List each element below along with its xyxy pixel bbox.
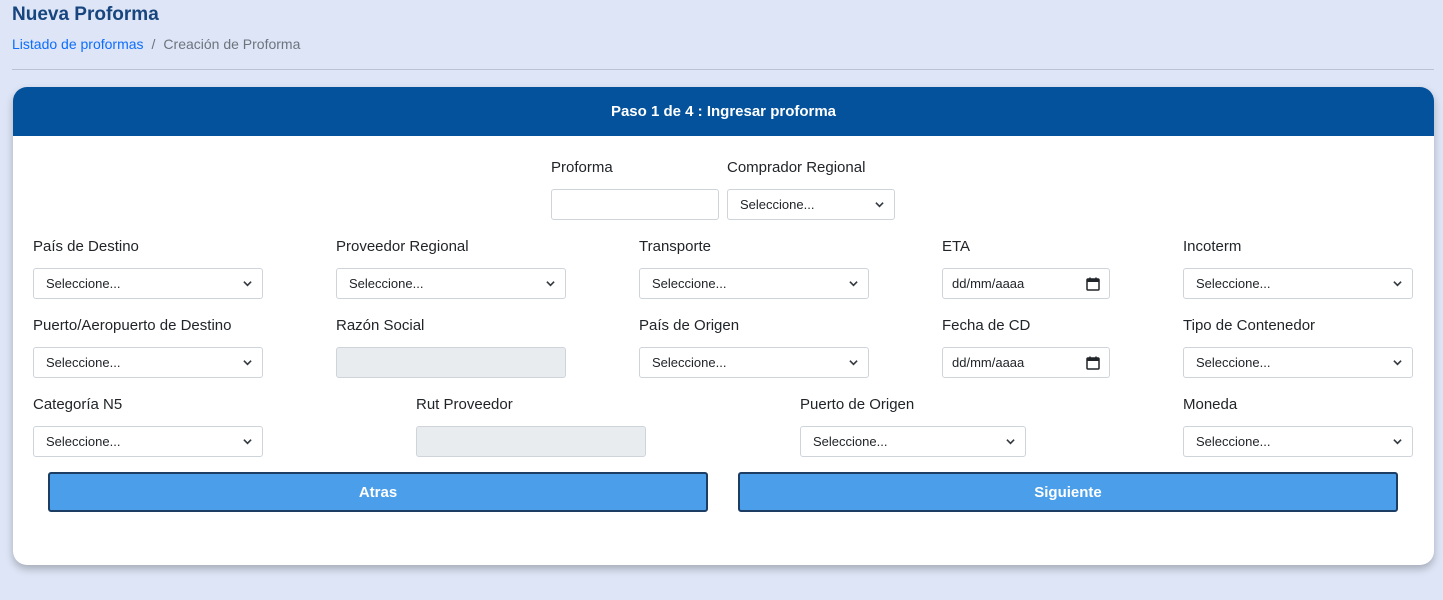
pais-destino-label: País de Destino (33, 238, 139, 255)
proforma-card: Paso 1 de 4 : Ingresar proforma Proforma… (13, 87, 1434, 565)
field-moneda: Moneda Seleccione... (1183, 395, 1413, 457)
next-button[interactable]: Siguiente (738, 472, 1398, 512)
comprador-regional-select[interactable]: Seleccione... (727, 189, 895, 220)
pais-origen-value: Seleccione... (652, 355, 727, 370)
field-pais-origen: País de Origen Seleccione... (639, 316, 869, 378)
field-proveedor-regional: Proveedor Regional Seleccione... (336, 237, 566, 299)
chevron-down-icon (1393, 281, 1402, 287)
chevron-down-icon (1006, 439, 1015, 445)
moneda-select[interactable]: Seleccione... (1183, 426, 1413, 457)
rut-proveedor-label: Rut Proveedor (416, 396, 513, 413)
pais-destino-value: Seleccione... (46, 276, 121, 291)
field-categoria-n5: Categoría N5 Seleccione... (33, 395, 263, 457)
pais-destino-select[interactable]: Seleccione... (33, 268, 263, 299)
back-button[interactable]: Atras (48, 472, 708, 512)
transporte-select[interactable]: Seleccione... (639, 268, 869, 299)
categoria-n5-value: Seleccione... (46, 434, 121, 449)
eta-label: ETA (942, 238, 971, 255)
chevron-down-icon (849, 281, 858, 287)
puerto-origen-label: Puerto de Origen (800, 396, 915, 413)
field-puerto-origen: Puerto de Origen Seleccione... (800, 395, 1026, 457)
comprador-regional-label: Comprador Regional (727, 159, 866, 176)
fecha-cd-date-input[interactable]: dd/mm/aaaa (942, 347, 1110, 378)
field-fecha-cd: Fecha de CD dd/mm/aaaa (942, 316, 1110, 378)
puerto-destino-value: Seleccione... (46, 355, 121, 370)
proveedor-regional-select[interactable]: Seleccione... (336, 268, 566, 299)
transporte-label: Transporte (639, 238, 711, 255)
fecha-cd-label: Fecha de CD (942, 317, 1031, 334)
breadcrumb-link-listado[interactable]: Listado de proformas (12, 36, 144, 52)
chevron-down-icon (875, 202, 884, 208)
moneda-label: Moneda (1183, 396, 1238, 413)
field-comprador-regional: Comprador Regional Seleccione... (727, 158, 895, 220)
categoria-n5-label: Categoría N5 (33, 396, 123, 413)
card-header: Paso 1 de 4 : Ingresar proforma (13, 87, 1434, 136)
breadcrumb: Listado de proformas / Creación de Profo… (12, 36, 300, 52)
categoria-n5-select[interactable]: Seleccione... (33, 426, 263, 457)
pais-origen-label: País de Origen (639, 317, 740, 334)
field-incoterm: Incoterm Seleccione... (1183, 237, 1413, 299)
chevron-down-icon (243, 281, 252, 287)
chevron-down-icon (1393, 360, 1402, 366)
tipo-contenedor-select[interactable]: Seleccione... (1183, 347, 1413, 378)
field-razon-social: Razón Social (336, 316, 566, 378)
eta-value: dd/mm/aaaa (952, 276, 1025, 291)
proveedor-regional-label: Proveedor Regional (336, 238, 469, 255)
header-divider (12, 69, 1434, 70)
puerto-origen-select[interactable]: Seleccione... (800, 426, 1026, 457)
breadcrumb-separator: / (151, 36, 156, 52)
field-proforma: Proforma (551, 158, 719, 220)
breadcrumb-current: Creación de Proforma (163, 36, 301, 52)
chevron-down-icon (243, 360, 252, 366)
moneda-value: Seleccione... (1196, 434, 1271, 449)
pais-origen-select[interactable]: Seleccione... (639, 347, 869, 378)
puerto-origen-value: Seleccione... (813, 434, 888, 449)
chevron-down-icon (1393, 439, 1402, 445)
incoterm-value: Seleccione... (1196, 276, 1271, 291)
tipo-contenedor-label: Tipo de Contenedor (1183, 317, 1316, 334)
field-eta: ETA dd/mm/aaaa (942, 237, 1110, 299)
calendar-icon[interactable] (1086, 277, 1100, 291)
proforma-label: Proforma (551, 159, 613, 176)
field-tipo-contenedor: Tipo de Contenedor Seleccione... (1183, 316, 1413, 378)
chevron-down-icon (546, 281, 555, 287)
puerto-destino-select[interactable]: Seleccione... (33, 347, 263, 378)
proveedor-regional-value: Seleccione... (349, 276, 424, 291)
field-pais-destino: País de Destino Seleccione... (33, 237, 263, 299)
page-title: Nueva Proforma (12, 4, 159, 25)
rut-proveedor-input (416, 426, 646, 457)
eta-date-input[interactable]: dd/mm/aaaa (942, 268, 1110, 299)
chevron-down-icon (849, 360, 858, 366)
puerto-destino-label: Puerto/Aeropuerto de Destino (33, 317, 232, 334)
field-puerto-destino: Puerto/Aeropuerto de Destino Seleccione.… (33, 316, 263, 378)
razon-social-input (336, 347, 566, 378)
razon-social-label: Razón Social (336, 317, 425, 334)
step-title: Paso 1 de 4 : Ingresar proforma (610, 103, 837, 120)
incoterm-label: Incoterm (1183, 238, 1242, 255)
fecha-cd-value: dd/mm/aaaa (952, 355, 1025, 370)
tipo-contenedor-value: Seleccione... (1196, 355, 1271, 370)
proforma-input[interactable] (551, 189, 719, 220)
incoterm-select[interactable]: Seleccione... (1183, 268, 1413, 299)
field-transporte: Transporte Seleccione... (639, 237, 869, 299)
field-rut-proveedor: Rut Proveedor (416, 395, 646, 457)
calendar-icon[interactable] (1086, 356, 1100, 370)
comprador-regional-value: Seleccione... (740, 197, 815, 212)
chevron-down-icon (243, 439, 252, 445)
transporte-value: Seleccione... (652, 276, 727, 291)
